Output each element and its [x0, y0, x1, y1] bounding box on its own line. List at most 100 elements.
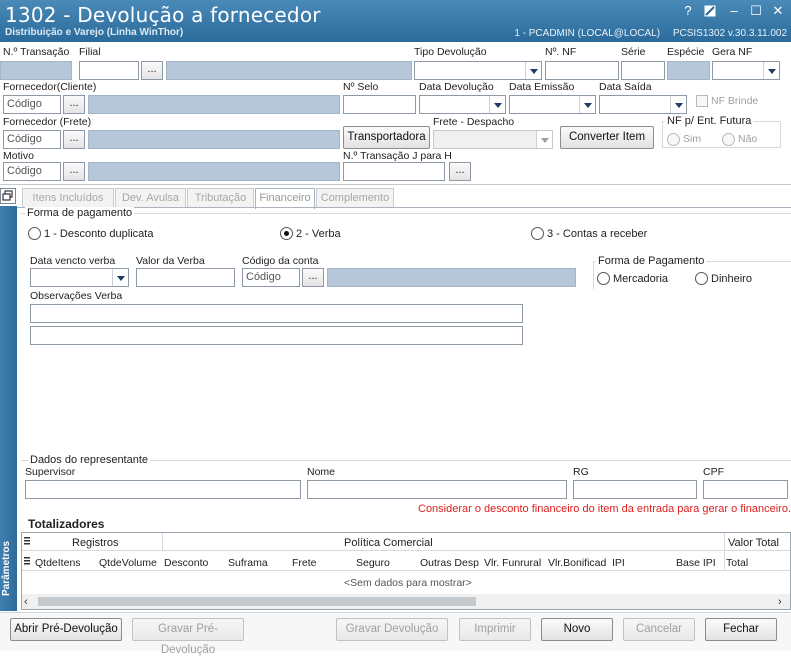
chevron-down-icon [112, 269, 128, 286]
transacao-label: N.º Transação [3, 46, 70, 58]
data-devolucao-field[interactable] [419, 95, 506, 114]
nome-field[interactable] [307, 480, 567, 499]
gravar-devolucao-button[interactable]: Gravar Devolução [336, 618, 448, 641]
serie-label: Série [621, 46, 646, 58]
serie-field[interactable] [621, 61, 665, 80]
fornecedor-cliente-search-button[interactable]: ... [63, 95, 85, 114]
observacoes-field-1[interactable] [30, 304, 523, 323]
tab-itens-incluidos[interactable]: Itens Incluídos [22, 188, 114, 208]
mercadoria-radio[interactable] [597, 272, 610, 285]
scroll-thumb[interactable] [38, 597, 476, 606]
sim-radio[interactable] [667, 133, 680, 146]
mercadoria-label: Mercadoria [613, 273, 669, 285]
col-qtdeitens[interactable]: QtdeItens [35, 557, 81, 569]
col-desconto[interactable]: Desconto [164, 557, 208, 569]
gravar-pre-devolucao-button[interactable]: Gravar Pré-Devolução [132, 618, 244, 656]
col-total[interactable]: Total [726, 557, 748, 569]
tipo-devolucao-select[interactable] [414, 61, 542, 80]
scroll-right-icon[interactable]: › [778, 596, 782, 608]
imprimir-button[interactable]: Imprimir [459, 618, 531, 641]
motivo-codigo[interactable]: Código [3, 162, 61, 181]
col-qtdevolume[interactable]: QtdeVolume [99, 557, 157, 569]
column-chooser-icon[interactable] [24, 557, 30, 570]
nome-label: Nome [307, 466, 336, 478]
close-icon[interactable]: ✕ [768, 3, 788, 19]
col-outras-desp[interactable]: Outras Desp [420, 557, 479, 569]
frete-despacho-label: Frete - Despacho [433, 116, 515, 128]
parametros-label: Parâmetros [1, 540, 12, 596]
frete-despacho-select[interactable] [433, 130, 553, 149]
restore-panel-icon[interactable] [0, 188, 16, 204]
chevron-down-icon [489, 96, 505, 113]
restore-icon[interactable] [700, 3, 720, 19]
tab-complemento[interactable]: Complemento [316, 188, 394, 208]
sim-label: Sim [683, 133, 702, 145]
fornecedor-cliente-description [88, 95, 340, 114]
dinheiro-radio[interactable] [695, 272, 708, 285]
totalizadores-grid[interactable]: Registros Política Comercial Valor Total… [21, 532, 791, 610]
minimize-icon[interactable]: – [724, 3, 744, 19]
chevron-down-icon [525, 62, 541, 79]
data-vencto-field[interactable] [30, 268, 129, 287]
fornecedor-frete-codigo[interactable]: Código [3, 130, 61, 149]
motivo-label: Motivo [3, 150, 34, 162]
novo-button[interactable]: Novo [541, 618, 613, 641]
transacao-field[interactable] [0, 61, 72, 80]
col-seguro[interactable]: Seguro [356, 557, 390, 569]
band-registros-handle-icon[interactable] [24, 537, 30, 550]
abrir-pre-devolucao-button[interactable]: Abrir Pré-Devolução [10, 618, 122, 641]
tab-tributacao[interactable]: Tributação [187, 188, 254, 208]
filial-field[interactable] [79, 61, 139, 80]
section-divider [0, 184, 791, 185]
help-icon[interactable]: ? [678, 3, 698, 19]
col-ipi[interactable]: IPI [612, 557, 625, 569]
cancelar-button[interactable]: Cancelar [623, 618, 695, 641]
col-vlr-bonificad[interactable]: Vlr.Bonificad [548, 557, 606, 569]
parametros-side-panel[interactable]: Parâmetros [0, 206, 17, 611]
tab-dev-avulsa[interactable]: Dev. Avulsa [115, 188, 186, 208]
window-title: 1302 - Devolução a fornecedor [5, 3, 321, 27]
fechar-button[interactable]: Fechar [705, 618, 777, 641]
codigo-conta-search-button[interactable]: ... [302, 268, 324, 287]
supervisor-field[interactable] [25, 480, 301, 499]
filial-search-button[interactable]: ... [141, 61, 163, 80]
desconto-duplicata-radio[interactable] [28, 227, 41, 240]
tab-financeiro[interactable]: Financeiro [255, 188, 315, 209]
observacoes-field-2[interactable] [30, 326, 523, 345]
motivo-search-button[interactable]: ... [63, 162, 85, 181]
contas-receber-radio[interactable] [531, 227, 544, 240]
codigo-conta-field[interactable]: Código [242, 268, 300, 287]
rg-field[interactable] [573, 480, 697, 499]
nf-field[interactable] [545, 61, 619, 80]
data-emissao-field[interactable] [509, 95, 596, 114]
col-suframa[interactable]: Suframa [228, 557, 268, 569]
fornecedor-cliente-codigo[interactable]: Código [3, 95, 61, 114]
session-info: 1 - PCADMIN (LOCAL@LOCAL) PCSIS1302 v.30… [504, 28, 787, 39]
cpf-field[interactable] [703, 480, 788, 499]
transacao-j-field[interactable] [343, 162, 445, 181]
data-saida-field[interactable] [599, 95, 687, 114]
valor-verba-field[interactable] [136, 268, 235, 287]
scroll-left-icon[interactable]: ‹ [24, 596, 28, 608]
cpf-label: CPF [703, 466, 724, 478]
gera-nf-select[interactable] [712, 61, 780, 80]
converter-item-button[interactable]: Converter Item [560, 126, 654, 149]
col-frete[interactable]: Frete [292, 557, 317, 569]
maximize-icon[interactable]: ☐ [746, 3, 766, 19]
col-vlr-funrural[interactable]: Vlr. Funrural [484, 557, 541, 569]
selo-field[interactable] [343, 95, 416, 114]
data-emissao-label: Data Emissão [509, 81, 575, 93]
window-subtitle: Distribuição e Varejo (Linha WinThor) [5, 27, 184, 38]
nao-radio[interactable] [722, 133, 735, 146]
transacao-j-search-button[interactable]: ... [449, 162, 471, 181]
grid-h-scrollbar[interactable]: ‹ › [22, 594, 790, 609]
nf-brinde-checkbox[interactable] [696, 95, 708, 107]
transportadora-button[interactable]: Transportadora [343, 126, 430, 149]
col-base-ipi[interactable]: Base IPI [676, 557, 716, 569]
fornecedor-frete-search-button[interactable]: ... [63, 130, 85, 149]
verba-radio[interactable] [280, 227, 293, 240]
session-user: 1 - PCADMIN (LOCAL@LOCAL) [514, 28, 661, 39]
title-bar: 1302 - Devolução a fornecedor Distribuiç… [0, 0, 791, 42]
band-valor-total: Valor Total [728, 537, 779, 549]
forma-pagamento-title: Forma de pagamento [25, 207, 135, 219]
